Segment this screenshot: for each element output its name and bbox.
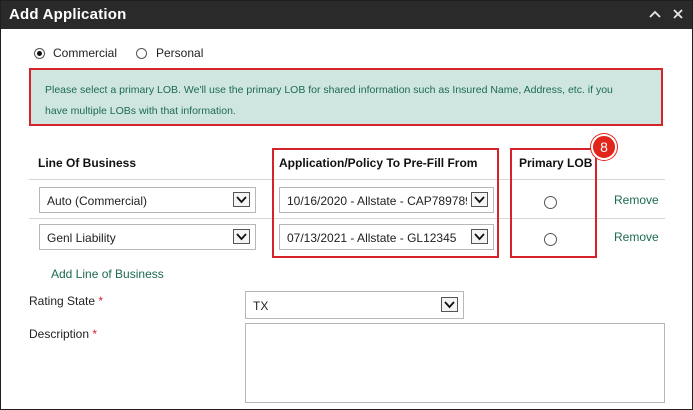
column-header-lob: Line Of Business — [38, 156, 137, 170]
description-label: Description * — [29, 327, 97, 341]
primary-lob-column-highlight — [510, 148, 597, 258]
remove-link-row-2[interactable]: Remove — [614, 230, 659, 244]
description-label-text: Description — [29, 327, 90, 341]
personal-radio[interactable] — [136, 48, 147, 59]
required-mark: * — [92, 327, 98, 341]
prefill-column-highlight — [272, 148, 499, 258]
lob-select-value: Auto (Commercial) — [47, 194, 148, 208]
close-icon[interactable] — [670, 6, 686, 22]
personal-label: Personal — [156, 46, 204, 60]
lob-select-row-1[interactable]: Auto (Commercial) — [39, 187, 256, 213]
dialog-titlebar: Add Application — [1, 1, 692, 29]
rating-state-value: TX — [253, 299, 269, 313]
rating-state-label-text: Rating State — [29, 294, 96, 308]
remove-link-row-1[interactable]: Remove — [614, 193, 659, 207]
add-application-dialog: Add Application Commercial Personal Plea… — [0, 0, 693, 410]
dialog-title: Add Application — [9, 6, 127, 23]
step-callout-badge: 8 — [591, 134, 617, 160]
add-line-of-business-link[interactable]: Add Line of Business — [51, 267, 164, 281]
chevron-up-icon[interactable] — [647, 6, 663, 22]
required-mark: * — [98, 294, 104, 308]
chevron-down-icon[interactable] — [233, 229, 250, 244]
commercial-label: Commercial — [53, 46, 118, 60]
lob-select-row-2[interactable]: Genl Liability — [39, 224, 256, 250]
lob-select-value: Genl Liability — [47, 231, 116, 245]
primary-lob-info-message: Please select a primary LOB. We'll use t… — [29, 68, 663, 126]
commercial-radio[interactable] — [34, 48, 45, 59]
rating-state-label: Rating State * — [29, 294, 103, 308]
description-textarea[interactable] — [245, 323, 665, 403]
chevron-down-icon[interactable] — [441, 297, 458, 312]
rating-state-select[interactable]: TX — [245, 291, 464, 319]
info-message-text: Please select a primary LOB. We'll use t… — [45, 84, 613, 117]
chevron-down-icon[interactable] — [233, 192, 250, 207]
